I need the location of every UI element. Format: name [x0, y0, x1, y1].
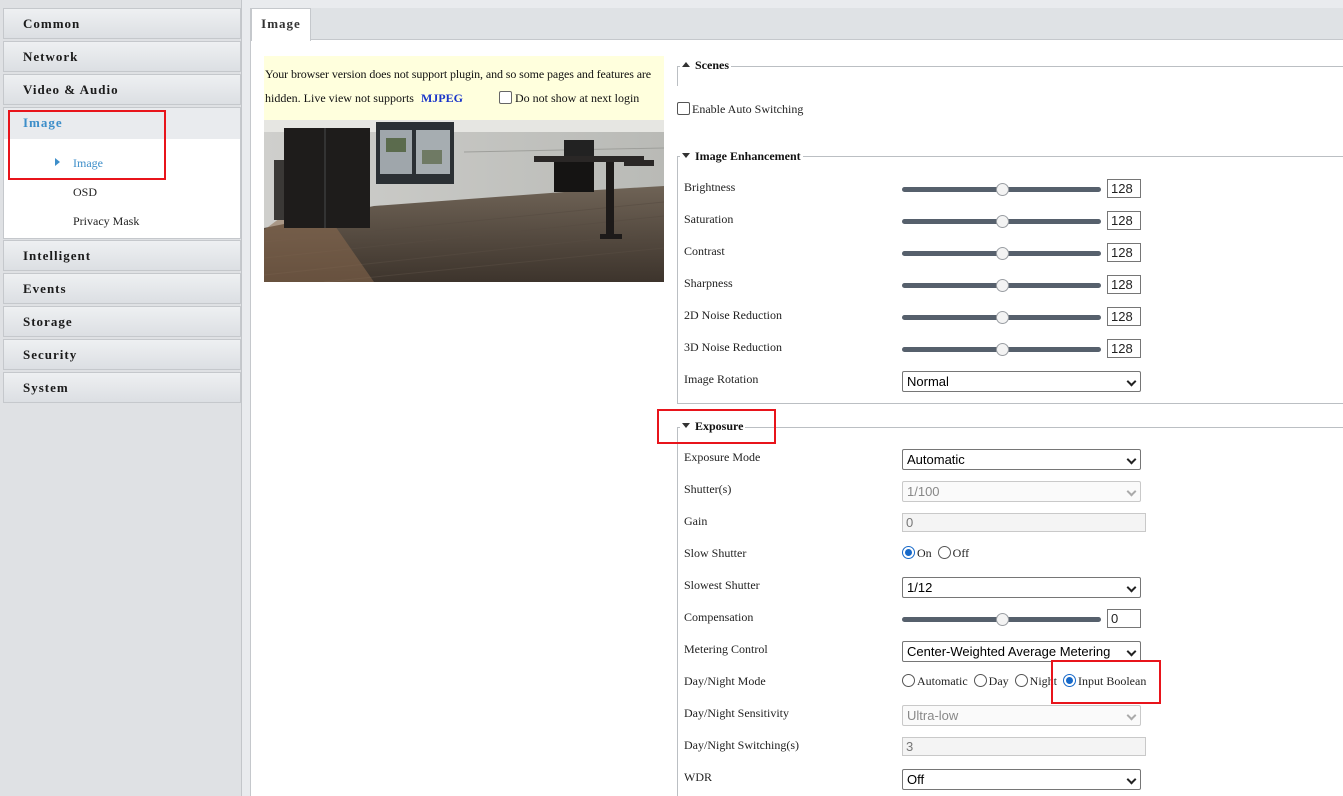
gain-label: Gain [684, 514, 708, 528]
chevron-down-icon [1126, 376, 1137, 387]
slider-thumb[interactable] [995, 343, 1009, 356]
day-night-switching-input[interactable]: 3 [902, 737, 1146, 756]
day-night-sensitivity-select[interactable]: Ultra-low [902, 705, 1141, 726]
plugin-notice: Your browser version does not support pl… [264, 56, 664, 120]
slider-label: 2D Noise Reduction [684, 308, 782, 322]
highlight-box-exposure [657, 409, 776, 444]
image-enhancement-legend[interactable]: Image Enhancement [680, 149, 803, 164]
enable-auto-switching-label: Enable Auto Switching [692, 102, 804, 116]
slider-thumb[interactable] [995, 279, 1009, 292]
wdr-label: WDR [684, 770, 712, 784]
scenes-legend[interactable]: Scenes [680, 58, 731, 73]
do-not-show-checkbox[interactable] [498, 91, 512, 104]
slider-thumb[interactable] [995, 613, 1009, 626]
chevron-down-icon [1126, 646, 1137, 657]
slider-thumb[interactable] [995, 247, 1009, 260]
compensation-input[interactable]: 0 [1107, 609, 1141, 628]
highlight-box-input-boolean [1051, 660, 1161, 704]
gain-input[interactable]: 0 [902, 513, 1146, 532]
slider-value-input[interactable]: 128 [1107, 179, 1141, 198]
live-view-image [264, 120, 664, 282]
slow-shutter-on-label: On [917, 546, 932, 560]
slider-thumb[interactable] [995, 215, 1009, 228]
enhancement-slider[interactable] [902, 215, 1101, 228]
main-panel: Image Your browser version does not supp… [250, 8, 1343, 796]
nav-common[interactable]: Common [3, 8, 241, 39]
compensation-label: Compensation [684, 610, 754, 624]
slow-shutter-on-radio[interactable] [902, 546, 915, 559]
slider-label: 3D Noise Reduction [684, 340, 782, 354]
slider-value-input[interactable]: 128 [1107, 243, 1141, 262]
subnav-item-privacy-mask[interactable]: Privacy Mask [73, 214, 139, 229]
slider-thumb[interactable] [995, 183, 1009, 196]
slow-shutter-off-label: Off [952, 546, 970, 560]
chevron-down-icon [1126, 774, 1137, 785]
chevron-down-icon [1126, 582, 1137, 593]
day-night-switching-label: Day/Night Switching(s) [684, 738, 799, 752]
enhancement-slider[interactable] [902, 343, 1101, 356]
day-night-mode-label: Day/Night Mode [684, 674, 766, 688]
slider-value-input[interactable]: 128 [1107, 339, 1141, 358]
wdr-select[interactable]: Off [902, 769, 1141, 790]
slider-value-input[interactable]: 128 [1107, 275, 1141, 294]
slider-label: Saturation [684, 212, 734, 226]
enhancement-slider[interactable] [902, 311, 1101, 324]
scenes-legend-label: Scenes [695, 58, 729, 72]
collapse-down-icon [682, 153, 690, 158]
nav-security[interactable]: Security [3, 339, 241, 370]
nav-storage[interactable]: Storage [3, 306, 241, 337]
image-rotation-label: Image Rotation [684, 372, 759, 386]
slowest-shutter-select[interactable]: 1/12 [902, 577, 1141, 598]
exposure-mode-label: Exposure Mode [684, 450, 761, 464]
chevron-down-icon [1126, 454, 1137, 465]
shutter-label: Shutter(s) [684, 482, 732, 496]
metering-control-label: Metering Control [684, 642, 768, 656]
image-rotation-select[interactable]: Normal [902, 371, 1141, 392]
compensation-slider[interactable] [902, 613, 1101, 626]
metering-control-select[interactable]: Center-Weighted Average Metering [902, 641, 1141, 662]
subnav-item-osd[interactable]: OSD [73, 185, 97, 200]
enhancement-slider[interactable] [902, 279, 1101, 292]
chevron-down-icon [1126, 486, 1137, 497]
nav-intelligent[interactable]: Intelligent [3, 240, 241, 271]
slider-label: Sharpness [684, 276, 733, 290]
enhancement-slider[interactable] [902, 183, 1101, 196]
slow-shutter-label: Slow Shutter [684, 546, 747, 560]
nav-events[interactable]: Events [3, 273, 241, 304]
slider-value-input[interactable]: 128 [1107, 211, 1141, 230]
collapse-up-icon [682, 62, 690, 67]
slow-shutter-radio-group: On Off [902, 546, 972, 561]
slider-value-input[interactable]: 128 [1107, 307, 1141, 326]
nav-video-audio[interactable]: Video & Audio [3, 74, 241, 105]
day-night-automatic-label: Automatic [917, 674, 968, 688]
slow-shutter-off-radio[interactable] [937, 546, 951, 559]
tab-bar: Image [251, 8, 1343, 41]
slider-thumb[interactable] [995, 311, 1009, 324]
shutter-select[interactable]: 1/100 [902, 481, 1141, 502]
nav-network[interactable]: Network [3, 41, 241, 72]
chevron-down-icon [1126, 710, 1137, 721]
day-night-day-label: Day [988, 674, 1009, 688]
image-enhancement-legend-label: Image Enhancement [695, 149, 801, 163]
day-night-sensitivity-label: Day/Night Sensitivity [684, 706, 789, 720]
day-night-night-radio[interactable] [1014, 674, 1028, 687]
do-not-show-label: Do not show at next login [514, 91, 640, 105]
notice-text-line1: Your browser version does not support pl… [265, 67, 652, 81]
slider-label: Brightness [684, 180, 736, 194]
highlight-box-image-nav [8, 110, 166, 180]
tab-image[interactable]: Image [251, 8, 311, 41]
day-night-automatic-radio[interactable] [902, 674, 915, 687]
slider-label: Contrast [684, 244, 725, 258]
nav-system[interactable]: System [3, 372, 241, 403]
exposure-mode-select[interactable]: Automatic [902, 449, 1141, 470]
enhancement-slider[interactable] [902, 247, 1101, 260]
enable-auto-switching-checkbox[interactable] [677, 102, 690, 115]
mjpeg-link[interactable]: MJPEG [421, 91, 463, 105]
day-night-day-radio[interactable] [973, 674, 987, 687]
notice-text-line2: hidden. Live view not supports [265, 91, 414, 105]
slowest-shutter-label: Slowest Shutter [684, 578, 760, 592]
